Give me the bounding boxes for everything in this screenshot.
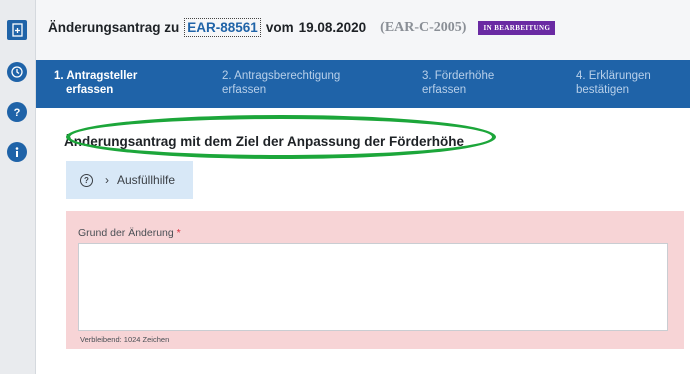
step-1-line1: 1. Antragsteller (54, 70, 138, 82)
change-reason-label: Grund der Änderung * (78, 227, 181, 239)
help-circle-icon: ? (80, 173, 93, 187)
main-content: Änderungsantrag zu EAR-88561 vom 19.08.2… (36, 0, 690, 374)
application-date: 19.08.2020 (298, 20, 367, 35)
step-4-line1: 4. Erklärungen (576, 70, 651, 82)
chevron-right-icon: › (105, 173, 109, 187)
step-1-line2: erfassen (66, 84, 114, 96)
wizard-steps: 1. Antragsteller erfassen 2. Antragsbere… (36, 60, 690, 108)
info-icon[interactable] (7, 142, 27, 162)
step-2[interactable]: 2. Antragsberechtigung erfassen (222, 69, 340, 97)
step-4[interactable]: 4. Erklärungen bestätigen (576, 69, 651, 97)
add-icon[interactable] (7, 20, 27, 40)
change-reason-label-text: Grund der Änderung (78, 227, 174, 239)
step-2-line1: 2. Antragsberechtigung (222, 70, 341, 82)
reference-number: (EAR-C-2005) (380, 19, 467, 35)
history-icon[interactable] (7, 62, 27, 82)
remaining-characters: Verbleibend: 1024 Zeichen (80, 335, 170, 344)
date-prefix: vom (265, 20, 294, 35)
svg-text:?: ? (14, 107, 21, 119)
step-3-line2: erfassen (422, 84, 467, 96)
step-3[interactable]: 3. Förderhöhe erfassen (422, 69, 494, 97)
change-reason-textarea[interactable] (78, 243, 668, 331)
status-badge: IN BEARBEITUNG (478, 20, 556, 35)
help-label: Ausfüllhilfe (117, 173, 176, 187)
title-prefix: Änderungsantrag zu (48, 20, 180, 35)
step-3-line1: 3. Förderhöhe (422, 70, 495, 82)
page-title: Änderungsantrag zu EAR-88561 vom 19.08.2… (48, 18, 556, 37)
application-header: Änderungsantrag zu EAR-88561 vom 19.08.2… (36, 0, 690, 60)
help-icon[interactable]: ? (7, 102, 27, 122)
application-id-link[interactable]: EAR-88561 (184, 18, 261, 37)
step-1[interactable]: 1. Antragsteller erfassen (54, 69, 137, 97)
help-toggle[interactable]: ? › Ausfüllhilfe (66, 161, 193, 199)
required-marker: * (176, 227, 181, 239)
change-reason-panel: Grund der Änderung * Verbleibend: 1024 Z… (66, 211, 684, 349)
section-title: Änderungsantrag mit dem Ziel der Anpassu… (64, 134, 465, 149)
step-2-line2: erfassen (222, 84, 267, 96)
step-4-line2: bestätigen (576, 84, 630, 96)
left-rail: ? (0, 0, 36, 374)
